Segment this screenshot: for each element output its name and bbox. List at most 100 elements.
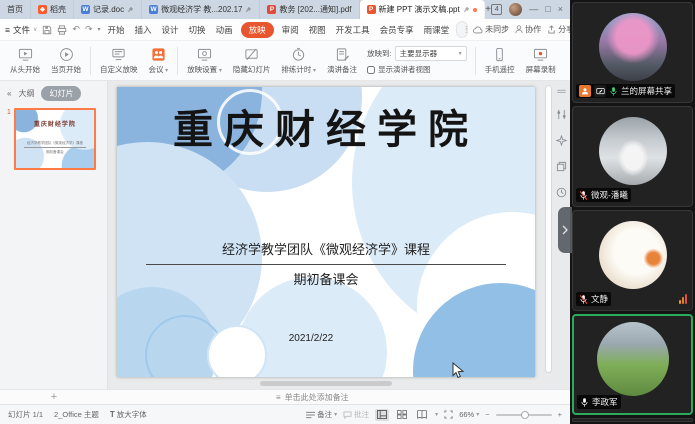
view-caret-icon[interactable]: ▾: [435, 411, 438, 418]
add-slide-button[interactable]: +: [0, 392, 108, 403]
zoom-level[interactable]: 66% ▾: [459, 410, 479, 419]
pin-icon: [127, 6, 134, 13]
play-from-current-icon: [59, 47, 74, 62]
play-from-start-button[interactable]: 从头开始: [6, 45, 44, 77]
maximize-button[interactable]: □: [545, 5, 550, 14]
display-to-label: 放映到:: [367, 48, 392, 59]
ribbon-divider: [90, 47, 91, 75]
user-avatar[interactable]: [509, 3, 522, 16]
menu-transition[interactable]: 切换: [187, 22, 208, 38]
collapse-panel-icon[interactable]: «: [7, 89, 11, 98]
notes-row: + ≡ 单击此处添加备注: [0, 389, 570, 404]
phone-remote-button[interactable]: 手机遥控: [481, 45, 519, 77]
participant-tile-panxi[interactable]: 微观-潘曦: [572, 106, 693, 207]
tab-home[interactable]: 首页: [0, 0, 31, 19]
menu-slideshow[interactable]: 放映: [241, 22, 274, 38]
menu-rain-classroom[interactable]: 雨课堂: [422, 22, 452, 38]
reading-view-button[interactable]: [415, 409, 429, 421]
slide-date-text[interactable]: 2021/2/22: [117, 333, 505, 344]
menu-start[interactable]: 开始: [106, 22, 127, 38]
notes-lines-icon: [306, 411, 315, 419]
comment-icon: [343, 411, 352, 419]
collaborate-button[interactable]: 协作: [515, 24, 541, 35]
display-target-select[interactable]: 主要显示器 ▾: [395, 46, 467, 61]
notes-input[interactable]: ≡ 单击此处添加备注: [108, 392, 349, 403]
slide-subtitle2-text[interactable]: 期初备课会: [117, 269, 535, 288]
properties-icon[interactable]: [556, 109, 567, 120]
tab-docer[interactable]: ◆ 稻壳: [31, 0, 74, 19]
menu-design[interactable]: 设计: [160, 22, 181, 38]
menu-member[interactable]: 会员专享: [378, 22, 416, 38]
slide-title-text[interactable]: 重庆财经学院: [117, 97, 535, 155]
file-menu[interactable]: ≡ 文件 ∨: [5, 24, 37, 36]
zoom-slider[interactable]: [496, 414, 552, 416]
presenter-view-checkbox[interactable]: [367, 66, 375, 74]
undo-icon[interactable]: ↶: [72, 24, 80, 35]
tab-slides[interactable]: 幻灯片: [41, 86, 81, 101]
meeting-panel-collapse-handle[interactable]: [558, 207, 572, 253]
menu-insert[interactable]: 插入: [133, 22, 154, 38]
split-handle-icon[interactable]: [557, 89, 566, 94]
person-icon: [515, 25, 523, 34]
participant-tile-wenjing[interactable]: 文静: [572, 210, 693, 311]
redo-icon[interactable]: ↷: [85, 24, 93, 35]
tab-outline[interactable]: 大纲: [18, 88, 34, 99]
presenter-view-option: 显示演讲者视图: [367, 64, 467, 75]
normal-view-icon: [377, 410, 387, 419]
save-icon[interactable]: [42, 25, 52, 35]
font-enlarge-button[interactable]: T 放大字体: [110, 409, 147, 420]
slide-subtitle-text[interactable]: 经济学教学团队《微观经济学》课程: [146, 239, 506, 265]
participant-tile-sharing[interactable]: 兰的屏幕共享: [572, 2, 693, 103]
chevron-right-icon: [562, 225, 568, 235]
timer-icon[interactable]: [556, 187, 567, 198]
docer-flame-icon: ◆: [38, 5, 47, 14]
play-from-current-button[interactable]: 当页开始: [47, 45, 85, 77]
custom-slideshow-button[interactable]: 自定义放映: [96, 45, 142, 77]
effects-icon[interactable]: [556, 135, 567, 146]
command-search-input[interactable]: 查找命令、搜索模板: [456, 21, 468, 38]
rehearse-timing-button[interactable]: 排练计时 ▾: [277, 45, 320, 77]
share-button[interactable]: 分享: [547, 24, 570, 35]
layers-icon[interactable]: [556, 161, 567, 172]
sync-status[interactable]: 未同步: [473, 24, 509, 35]
fit-slide-button[interactable]: [444, 410, 453, 419]
menu-animation[interactable]: 动画: [214, 22, 235, 38]
slide-editor[interactable]: 重庆财经学院 经济学教学团队《微观经济学》课程 期初备课会 2021/2/22: [117, 87, 535, 377]
fit-screen-icon: [444, 410, 453, 419]
slideshow-settings-button[interactable]: 放映设置 ▾: [183, 45, 226, 77]
slide-counter: 幻灯片 1/1: [8, 409, 43, 420]
horizontal-scrollbar[interactable]: [260, 381, 392, 386]
speaker-notes-button[interactable]: 演讲备注: [323, 45, 361, 77]
normal-view-button[interactable]: [375, 409, 389, 421]
slide-sorter-view-button[interactable]: [395, 409, 409, 421]
participant-tile-partial[interactable]: [572, 418, 693, 422]
screen-record-button[interactable]: 屏幕录制: [522, 45, 560, 77]
menu-review[interactable]: 审阅: [280, 22, 301, 38]
participant-tile-lizhengjun[interactable]: 李政军: [572, 314, 693, 415]
close-button[interactable]: ×: [558, 5, 563, 14]
print-icon[interactable]: [57, 25, 67, 35]
new-tab-button[interactable]: +: [485, 0, 492, 19]
zoom-out-button[interactable]: −: [485, 410, 489, 419]
zoom-in-button[interactable]: +: [558, 410, 562, 419]
tab-stack-icon[interactable]: 4: [491, 4, 502, 15]
tab-ppt-active[interactable]: P 新建 PPT 演示文稿.ppt: [360, 0, 485, 19]
meeting-button[interactable]: 会议 ▾: [145, 45, 173, 77]
comments-button[interactable]: 批注: [343, 409, 369, 420]
theme-name[interactable]: 2_Office 主题: [54, 409, 99, 420]
slide-1-thumbnail[interactable]: 重庆财经学院 经济学教学团队《微观经济学》课程 期初备课会: [14, 108, 96, 170]
window-tabbar: 首页 ◆ 稻壳 W 记录.doc W 微观经济学 教...202.17 P 教务…: [0, 0, 570, 19]
menu-items: 开始 插入 设计 切换 动画 放映 审阅 视图 开发工具 会员专享 雨课堂: [106, 22, 452, 38]
quick-access-caret-icon[interactable]: ▾: [97, 26, 100, 33]
vertical-scrollbar[interactable]: [545, 85, 552, 373]
tab-pdf-notice[interactable]: P 教务 [202...通知].pdf: [260, 0, 359, 19]
menu-developer[interactable]: 开发工具: [334, 22, 372, 38]
hide-slide-button[interactable]: 隐藏幻灯片: [229, 45, 275, 77]
minimize-button[interactable]: —: [529, 5, 538, 14]
display-options: 放映到: 主要显示器 ▾ 显示演讲者视图: [367, 46, 467, 75]
menu-view[interactable]: 视图: [307, 22, 328, 38]
zoom-slider-thumb[interactable]: [521, 411, 529, 419]
tab-document-microeconomics[interactable]: W 微观经济学 教...202.17: [142, 0, 260, 19]
tab-document-record[interactable]: W 记录.doc: [74, 0, 142, 19]
notes-toggle-button[interactable]: 备注 ▾: [306, 409, 337, 420]
